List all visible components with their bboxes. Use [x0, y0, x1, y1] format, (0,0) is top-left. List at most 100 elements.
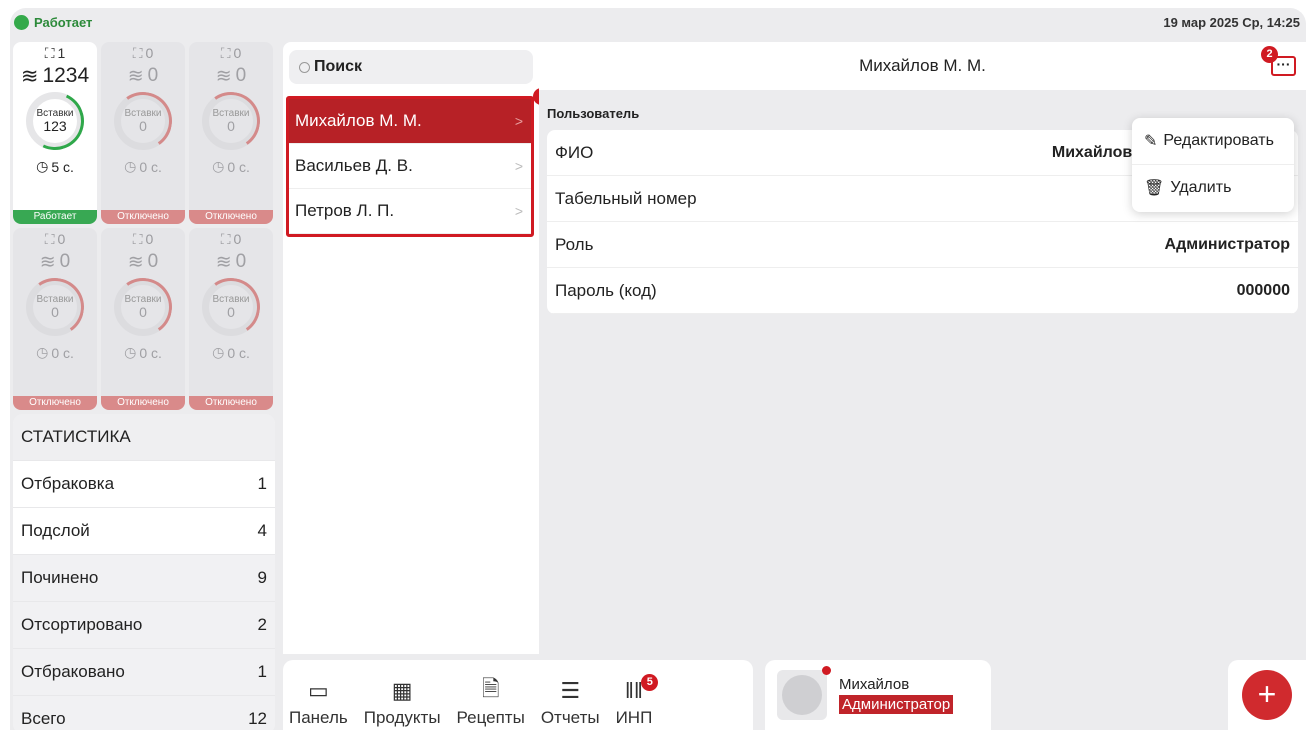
tile-gauge: Вставки 0 [21, 273, 89, 341]
info-row: Пароль (код) 000000 [547, 268, 1298, 314]
pencil-icon: ✎ [1144, 133, 1158, 150]
stats-value: 9 [257, 568, 267, 587]
tile-count: 0 [235, 65, 247, 86]
scan-icon: ⛶ [220, 230, 231, 247]
user-list-item[interactable]: Петров Л. П. > [289, 189, 531, 234]
tab-label: Рецепты [456, 708, 525, 727]
tile-gauge: Вставки 0 [197, 87, 265, 155]
tab-label: Отчеты [540, 708, 600, 727]
info-label: ФИО [555, 142, 594, 162]
user-name: Васильев Д. В. [295, 156, 413, 175]
tile-top-value: 0 [233, 45, 242, 61]
tab-label: Панель [289, 708, 348, 727]
tile-status: Работает [13, 210, 97, 224]
layers-icon: ≋ [127, 251, 144, 273]
tile-status: Отключено [189, 210, 273, 224]
user-list-item[interactable]: Михайлов М. М. > [289, 99, 531, 144]
tile-top-value: 0 [145, 231, 154, 247]
workstation-tile[interactable]: ⛶ 0 ≋ 0 Вставки 0 ◷ 0 с. Отключено [101, 42, 185, 224]
stats-row: Всего 12 [13, 695, 275, 730]
stats-value: 2 [257, 615, 267, 634]
tile-gauge: Вставки 0 [109, 273, 177, 341]
search-input[interactable]: Поиск [289, 50, 533, 84]
status-bar: Работает 19 мар 2025 Ср, 14:25 [10, 8, 1306, 36]
tab-recipes[interactable]: 🗎 Рецепты [456, 676, 525, 728]
workstation-tile[interactable]: ⛶ 0 ≋ 0 Вставки 0 ◷ 0 с. Отключено [189, 42, 273, 224]
statistics-panel: СТАТИСТИКА Отбраковка 1 Подслой 4 Починено… [13, 414, 275, 730]
user-list-item[interactable]: Васильев Д. В. > [289, 144, 531, 189]
info-value: 000000 [1236, 281, 1290, 299]
current-user-chip[interactable]: Михайлов Администратор [765, 660, 991, 730]
workstation-tiles: ⛶ 1 ≋ 1234 Вставки 123 ◷ 5 с. Работает ⛶ 0 ≋ 0… [13, 42, 275, 410]
current-user-name: Михайлов [839, 676, 910, 693]
tile-count: 0 [147, 65, 159, 86]
clock-icon: ◷ [212, 344, 225, 360]
tile-top-value: 1 [57, 45, 66, 61]
clock-icon: ◷ [36, 158, 49, 174]
stats-label: Отсортировано [21, 615, 143, 634]
tile-time: 5 с. [51, 158, 74, 175]
user-detail-panel: Михайлов М. М. 2 ··· Пользователь ФИО Мих… [539, 42, 1306, 654]
chevron-right-icon: > [514, 203, 523, 219]
layers-icon: ≋ [215, 65, 232, 87]
workstation-tile[interactable]: ⛶ 0 ≋ 0 Вставки 0 ◷ 0 с. Отключено [13, 228, 97, 410]
stats-label: Всего [21, 709, 66, 728]
tile-count: 0 [147, 251, 159, 272]
scan-icon: ⛶ [44, 44, 55, 61]
add-button[interactable]: + [1242, 670, 1292, 720]
app-screen: Работает 19 мар 2025 Ср, 14:25 ⛶ 1 ≋ 1234 … [10, 8, 1306, 730]
layers-icon: ≋ [127, 65, 144, 87]
tile-gauge: Вставки 0 [197, 273, 265, 341]
tab-panel[interactable]: ▭ Панель [289, 678, 348, 728]
stats-row: Отбраковка 1 [13, 460, 275, 507]
tile-gauge: Вставки 123 [17, 83, 93, 159]
chevron-right-icon: > [514, 158, 523, 174]
scan-icon: ⛶ [44, 230, 55, 247]
tile-status: Отключено [189, 396, 273, 410]
tile-count: 1234 [42, 64, 90, 87]
online-indicator [822, 666, 831, 675]
stats-row: Отбраковано 1 [13, 648, 275, 695]
user-list: Михайлов М. М. > Васильев Д. В. > Петров Л… [286, 96, 534, 237]
tab-inp[interactable]: ‖‖ 5 ИНП [615, 674, 659, 728]
scan-icon: ⛶ [132, 44, 143, 61]
stats-value: 4 [257, 521, 267, 540]
statistics-title: СТАТИСТИКА [13, 414, 275, 460]
user-icon [782, 675, 822, 715]
workstation-tile[interactable]: ⛶ 0 ≋ 0 Вставки 0 ◷ 0 с. Отключено [189, 228, 273, 410]
clock-icon: ◷ [124, 158, 137, 174]
clock-icon: ◷ [212, 158, 225, 174]
chevron-right-icon: > [514, 113, 523, 129]
tab-label: ИНП [615, 708, 653, 727]
stats-row: Подслой 4 [13, 507, 275, 554]
tile-top-value: 0 [233, 231, 242, 247]
avatar [777, 666, 831, 720]
detail-header: Михайлов М. М. 2 ··· [539, 42, 1306, 90]
workstation-tile[interactable]: ⛶ 1 ≋ 1234 Вставки 123 ◷ 5 с. Работает [13, 42, 97, 224]
search-placeholder: Поиск [314, 58, 363, 75]
more-options-button[interactable]: ··· [1271, 56, 1296, 76]
stats-row: Починено 9 [13, 554, 275, 601]
status-dot-icon [14, 14, 29, 30]
tile-count: 0 [59, 251, 71, 272]
menu-item-delete[interactable]: 🗑 Удалить [1132, 164, 1294, 210]
info-label: Пароль (код) [555, 280, 657, 300]
connection-status: Работает [14, 14, 93, 30]
tab-reports[interactable]: ☰ Отчеты [541, 678, 600, 728]
clock-icon: ◷ [124, 344, 137, 360]
stats-row: Отсортировано 2 [13, 601, 275, 648]
status-label: Работает [34, 14, 93, 30]
tile-status: Отключено [13, 396, 97, 410]
tile-time: 0 с. [51, 344, 74, 361]
notification-badge: 5 [641, 674, 659, 691]
info-label: Табельный номер [555, 188, 697, 208]
tile-count: 0 [235, 251, 247, 272]
tab-products[interactable]: ▦ Продукты [364, 678, 441, 728]
monitor-icon: ▭ [307, 678, 329, 703]
tile-time: 0 с. [139, 344, 162, 361]
workstation-tile[interactable]: ⛶ 0 ≋ 0 Вставки 0 ◷ 0 с. Отключено [101, 228, 185, 410]
tile-top-value: 0 [57, 231, 66, 247]
menu-item-edit[interactable]: ✎ Редактировать [1132, 118, 1294, 164]
tile-status: Отключено [101, 210, 185, 224]
bottom-tab-bar: ▭ Панель ▦ Продукты 🗎 Рецепты ☰ Отчеты ‖‖ 5 ИН… [283, 660, 753, 730]
